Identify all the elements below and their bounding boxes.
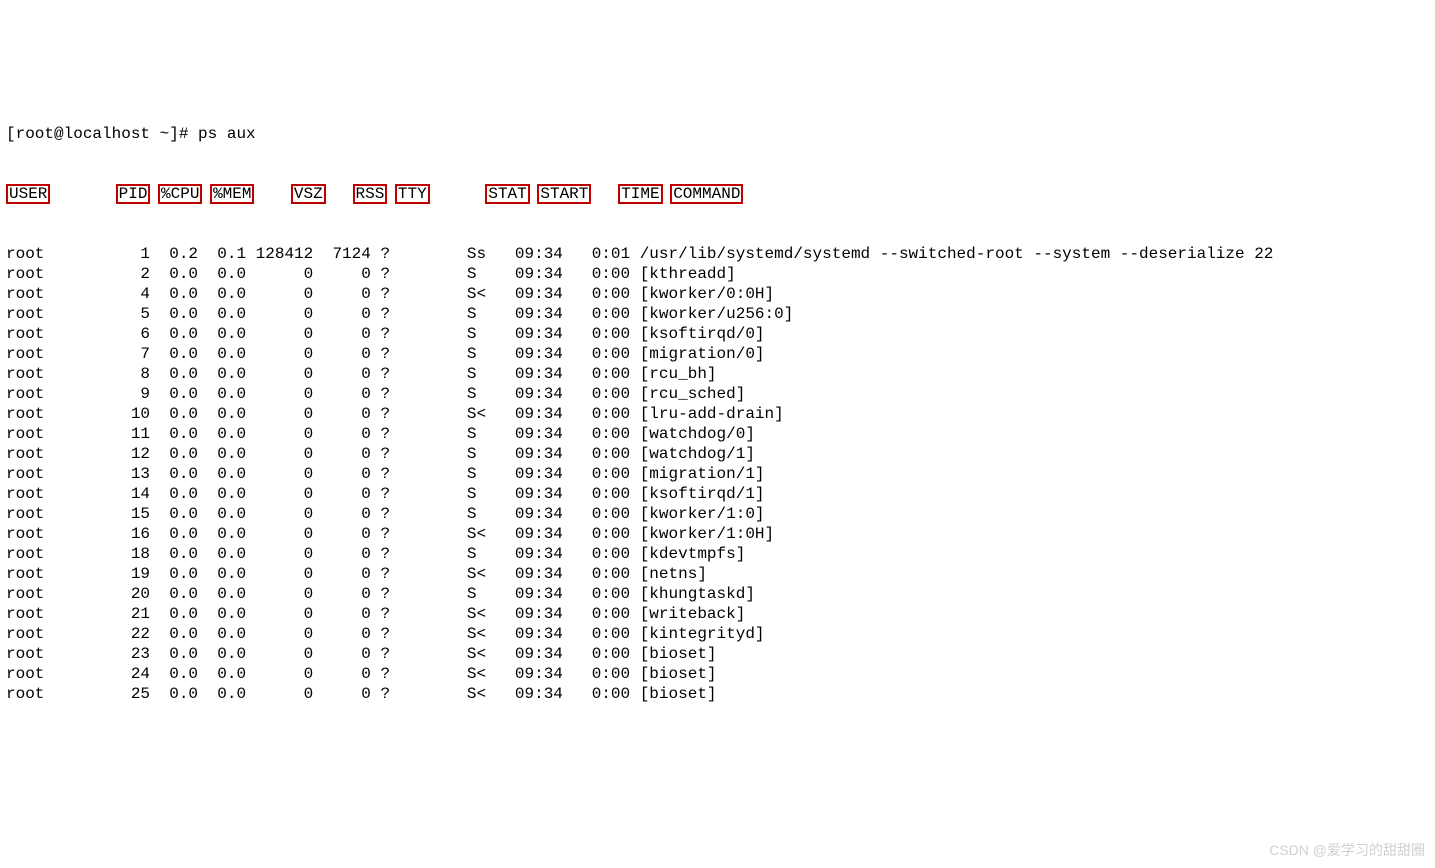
process-row: root 4 0.0 0.0 0 0 ? S< 09:34 0:00 [kwor… <box>6 284 1429 304</box>
terminal-output: [root@localhost ~]# ps aux USER PID %CPU… <box>6 84 1429 724</box>
process-row: root 21 0.0 0.0 0 0 ? S< 09:34 0:00 [wri… <box>6 604 1429 624</box>
process-row: root 12 0.0 0.0 0 0 ? S 09:34 0:00 [watc… <box>6 444 1429 464</box>
col-stat: STAT <box>485 184 529 204</box>
header-line: USER PID %CPU %MEM VSZ RSS TTY STAT STAR… <box>6 184 1429 204</box>
process-row: root 20 0.0 0.0 0 0 ? S 09:34 0:00 [khun… <box>6 584 1429 604</box>
process-row: root 25 0.0 0.0 0 0 ? S< 09:34 0:00 [bio… <box>6 684 1429 704</box>
process-row: root 16 0.0 0.0 0 0 ? S< 09:34 0:00 [kwo… <box>6 524 1429 544</box>
process-row: root 24 0.0 0.0 0 0 ? S< 09:34 0:00 [bio… <box>6 664 1429 684</box>
process-row: root 2 0.0 0.0 0 0 ? S 09:34 0:00 [kthre… <box>6 264 1429 284</box>
process-row: root 9 0.0 0.0 0 0 ? S 09:34 0:00 [rcu_s… <box>6 384 1429 404</box>
process-row: root 11 0.0 0.0 0 0 ? S 09:34 0:00 [watc… <box>6 424 1429 444</box>
col-vsz: VSZ <box>291 184 326 204</box>
process-row: root 1 0.2 0.1 128412 7124 ? Ss 09:34 0:… <box>6 244 1429 264</box>
process-rows: root 1 0.2 0.1 128412 7124 ? Ss 09:34 0:… <box>6 244 1429 704</box>
col-mem: %MEM <box>210 184 254 204</box>
process-row: root 5 0.0 0.0 0 0 ? S 09:34 0:00 [kwork… <box>6 304 1429 324</box>
col-start: START <box>537 184 591 204</box>
prompt-line: [root@localhost ~]# ps aux <box>6 124 1429 144</box>
col-command: COMMAND <box>670 184 743 204</box>
process-row: root 14 0.0 0.0 0 0 ? S 09:34 0:00 [ksof… <box>6 484 1429 504</box>
process-row: root 13 0.0 0.0 0 0 ? S 09:34 0:00 [migr… <box>6 464 1429 484</box>
process-row: root 6 0.0 0.0 0 0 ? S 09:34 0:00 [ksoft… <box>6 324 1429 344</box>
col-user: USER <box>6 184 50 204</box>
process-row: root 15 0.0 0.0 0 0 ? S 09:34 0:00 [kwor… <box>6 504 1429 524</box>
col-rss: RSS <box>353 184 388 204</box>
col-cpu: %CPU <box>158 184 202 204</box>
col-tty: TTY <box>395 184 430 204</box>
process-row: root 7 0.0 0.0 0 0 ? S 09:34 0:00 [migra… <box>6 344 1429 364</box>
process-row: root 19 0.0 0.0 0 0 ? S< 09:34 0:00 [net… <box>6 564 1429 584</box>
process-row: root 23 0.0 0.0 0 0 ? S< 09:34 0:00 [bio… <box>6 644 1429 664</box>
col-time: TIME <box>618 184 662 204</box>
process-row: root 22 0.0 0.0 0 0 ? S< 09:34 0:00 [kin… <box>6 624 1429 644</box>
process-row: root 18 0.0 0.0 0 0 ? S 09:34 0:00 [kdev… <box>6 544 1429 564</box>
process-row: root 10 0.0 0.0 0 0 ? S< 09:34 0:00 [lru… <box>6 404 1429 424</box>
watermark: CSDN @爱学习的甜甜圈 <box>1269 840 1425 860</box>
col-pid: PID <box>116 184 151 204</box>
process-row: root 8 0.0 0.0 0 0 ? S 09:34 0:00 [rcu_b… <box>6 364 1429 384</box>
